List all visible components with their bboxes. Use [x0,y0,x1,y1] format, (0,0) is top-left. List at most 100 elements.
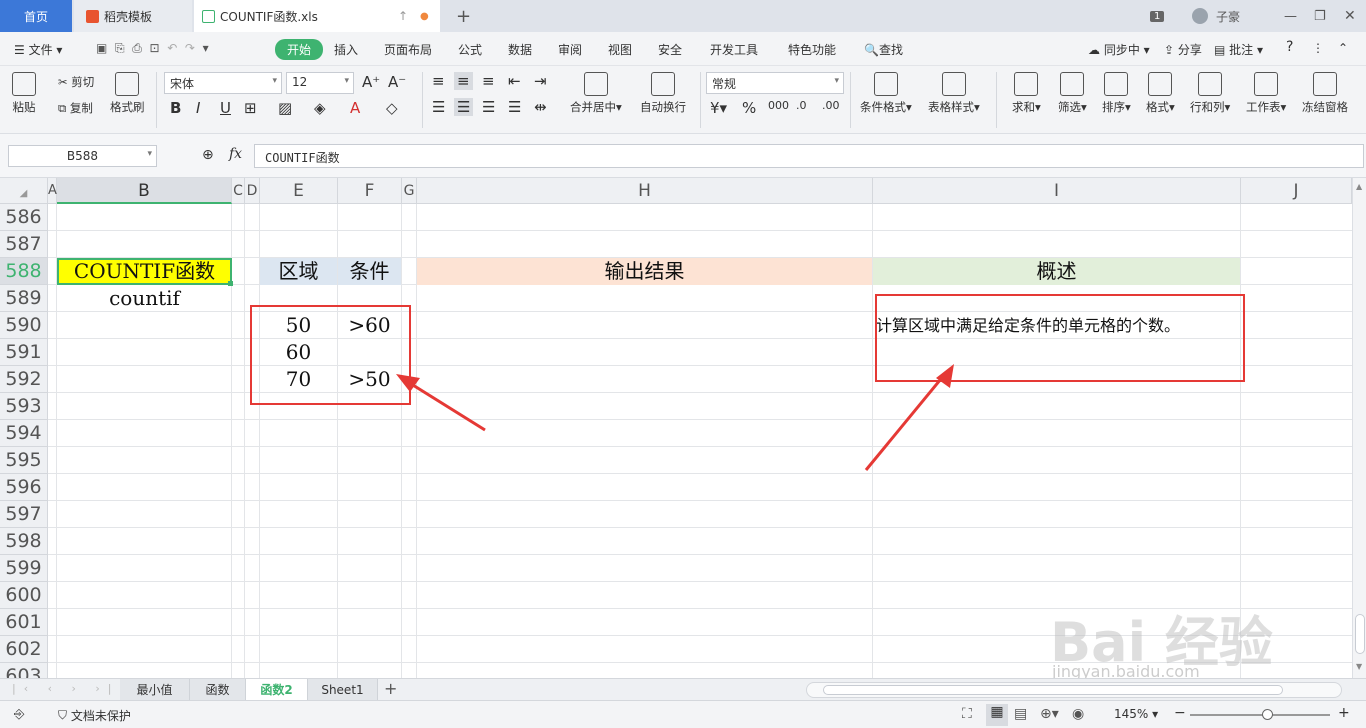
justify-icon[interactable]: ☰ [508,98,521,116]
format-button[interactable]: 格式▾ [1146,72,1175,115]
number-format-select[interactable]: 常规 [706,72,844,94]
menu-data[interactable]: 数据 [508,41,532,58]
file-menu[interactable]: ☰ 文件 ▾ [14,41,62,58]
print-icon[interactable]: ⎙ [132,41,142,55]
decrease-font-icon[interactable]: A⁻ [388,73,406,91]
vertical-scrollbar[interactable]: ▲ ▼ [1352,178,1366,678]
align-right-icon[interactable]: ☰ [482,98,495,116]
currency-icon[interactable]: ¥▾ [710,99,727,117]
minimize-icon[interactable]: — [1284,0,1297,32]
normal-view-icon[interactable]: ▦ [986,704,1008,726]
formula-input[interactable]: COUNTIF函数 [254,144,1364,168]
name-box[interactable]: B588 [8,145,157,167]
redo-icon[interactable]: ↷ [185,41,195,55]
fx-icon[interactable]: fx [229,146,242,162]
upload-icon[interactable]: ↑ [398,9,408,23]
document-protection[interactable]: ⛉ 文档未保护 [58,707,131,724]
freeze-panes-button[interactable]: 冻结窗格 [1302,72,1348,115]
align-bottom-icon[interactable]: ≡ [482,72,495,90]
indent-increase-icon[interactable]: ⇥ [534,72,547,90]
fill-color-icon[interactable]: ◈ [314,99,326,117]
sum-button[interactable]: 求和▾ [1012,72,1041,115]
wrap-text-button[interactable]: 自动换行 [640,72,686,115]
menu-insert[interactable]: 插入 [334,41,358,58]
format-painter-button[interactable]: 格式刷 [110,72,145,115]
cut-button[interactable]: ✂ 剪切 [58,74,94,90]
paste-button[interactable]: 粘贴 [12,72,36,115]
bold-icon[interactable]: B [170,99,181,117]
zoom-search-icon[interactable]: ⊕ [202,147,214,163]
menu-developer[interactable]: 开发工具 [710,41,758,58]
restore-icon[interactable]: ❐ [1314,0,1326,32]
save-icon[interactable]: ▣ [96,41,107,55]
menu-review[interactable]: 审阅 [558,41,582,58]
window-count-badge[interactable]: 1 [1150,10,1165,22]
align-top-icon[interactable]: ≡ [432,72,445,90]
tab-templates[interactable]: 稻壳模板 [74,0,192,32]
menu-page-layout[interactable]: 页面布局 [384,41,432,58]
horizontal-scrollbar[interactable] [806,682,1342,698]
close-icon[interactable]: ✕ [1344,0,1356,32]
new-tab-button[interactable]: + [456,0,471,32]
menu-formula[interactable]: 公式 [458,41,482,58]
increase-font-icon[interactable]: A⁺ [362,73,380,91]
indent-decrease-icon[interactable]: ⇤ [508,72,521,90]
zoom-in-icon[interactable]: + [1338,705,1350,721]
zoom-slider-thumb[interactable] [1262,709,1273,720]
cell-style-icon[interactable]: ▨ [278,99,292,117]
menu-security[interactable]: 安全 [658,41,682,58]
italic-icon[interactable]: I [196,99,200,117]
macro-icon[interactable]: ⎆ [14,707,24,722]
sheet-tab-minimum[interactable]: 最小值 [120,679,190,701]
filter-button[interactable]: 筛选▾ [1058,72,1087,115]
page-break-view-icon[interactable]: ▤ [1014,706,1027,722]
border-icon[interactable]: ⊞ [244,99,257,117]
underline-icon[interactable]: U [220,99,231,117]
menu-start[interactable]: 开始 [275,39,324,60]
eye-protection-icon[interactable]: ◉ [1072,706,1084,722]
sheet-tab-sheet1[interactable]: Sheet1 [308,679,378,701]
horizontal-scroll-thumb[interactable] [823,685,1283,695]
menu-view[interactable]: 视图 [608,41,632,58]
increase-decimal-icon[interactable]: .0 [796,99,807,112]
sheet-tab-function2[interactable]: 函数2 [246,679,308,701]
sheet-tab-function[interactable]: 函数 [190,679,246,701]
avatar[interactable] [1192,8,1208,24]
worksheet-button[interactable]: 工作表▾ [1246,72,1286,115]
thousands-icon[interactable]: 000 [768,99,789,112]
decrease-decimal-icon[interactable]: .00 [822,99,840,112]
customize-icon[interactable]: ▾ [203,41,209,55]
conditional-format-button[interactable]: 条件格式▾ [860,72,912,115]
user-name[interactable]: 子豪 [1216,8,1240,25]
copy-button[interactable]: ⧉ 复制 [58,100,93,116]
scroll-up-icon[interactable]: ▲ [1356,182,1362,191]
add-sheet-icon[interactable]: + [384,679,397,698]
scroll-down-icon[interactable]: ▼ [1356,662,1362,671]
merge-center-button[interactable]: 合并居中▾ [570,72,622,115]
align-center-icon[interactable]: ☰ [454,98,474,116]
zoom-level[interactable]: 145% ▾ [1114,707,1158,721]
comment-button[interactable]: ▤ 批注 ▾ [1214,41,1263,58]
menu-features[interactable]: 特色功能 [788,41,836,58]
align-middle-icon[interactable]: ≡ [454,72,473,90]
clear-format-icon[interactable]: ◇ [386,99,398,117]
row-col-button[interactable]: 行和列▾ [1190,72,1230,115]
table-style-button[interactable]: 表格样式▾ [928,72,980,115]
fullscreen-icon[interactable]: ⛶ [962,706,972,722]
font-color-icon[interactable]: A [350,99,360,117]
sheet-nav-arrows[interactable]: |‹ ‹ › ›| [12,682,120,695]
vertical-scroll-thumb[interactable] [1355,614,1365,654]
sync-button[interactable]: ☁ 同步中 ▾ [1088,41,1150,58]
zoom-out-icon[interactable]: − [1174,705,1186,721]
sort-button[interactable]: 排序▾ [1102,72,1131,115]
zoom-slider-track[interactable] [1190,714,1330,716]
align-left-icon[interactable]: ☰ [432,98,445,116]
percent-icon[interactable]: % [742,99,756,117]
export-icon[interactable]: ⎘ [115,41,125,55]
undo-icon[interactable]: ↶ [167,41,177,55]
more-icon[interactable]: ⋮ [1312,41,1324,55]
reading-mode-icon[interactable]: ⊕▾ [1040,706,1059,722]
menu-search[interactable]: 🔍查找 [864,41,903,58]
preview-icon[interactable]: ⊡ [149,41,159,55]
share-button[interactable]: ⇪ 分享 [1164,41,1202,58]
